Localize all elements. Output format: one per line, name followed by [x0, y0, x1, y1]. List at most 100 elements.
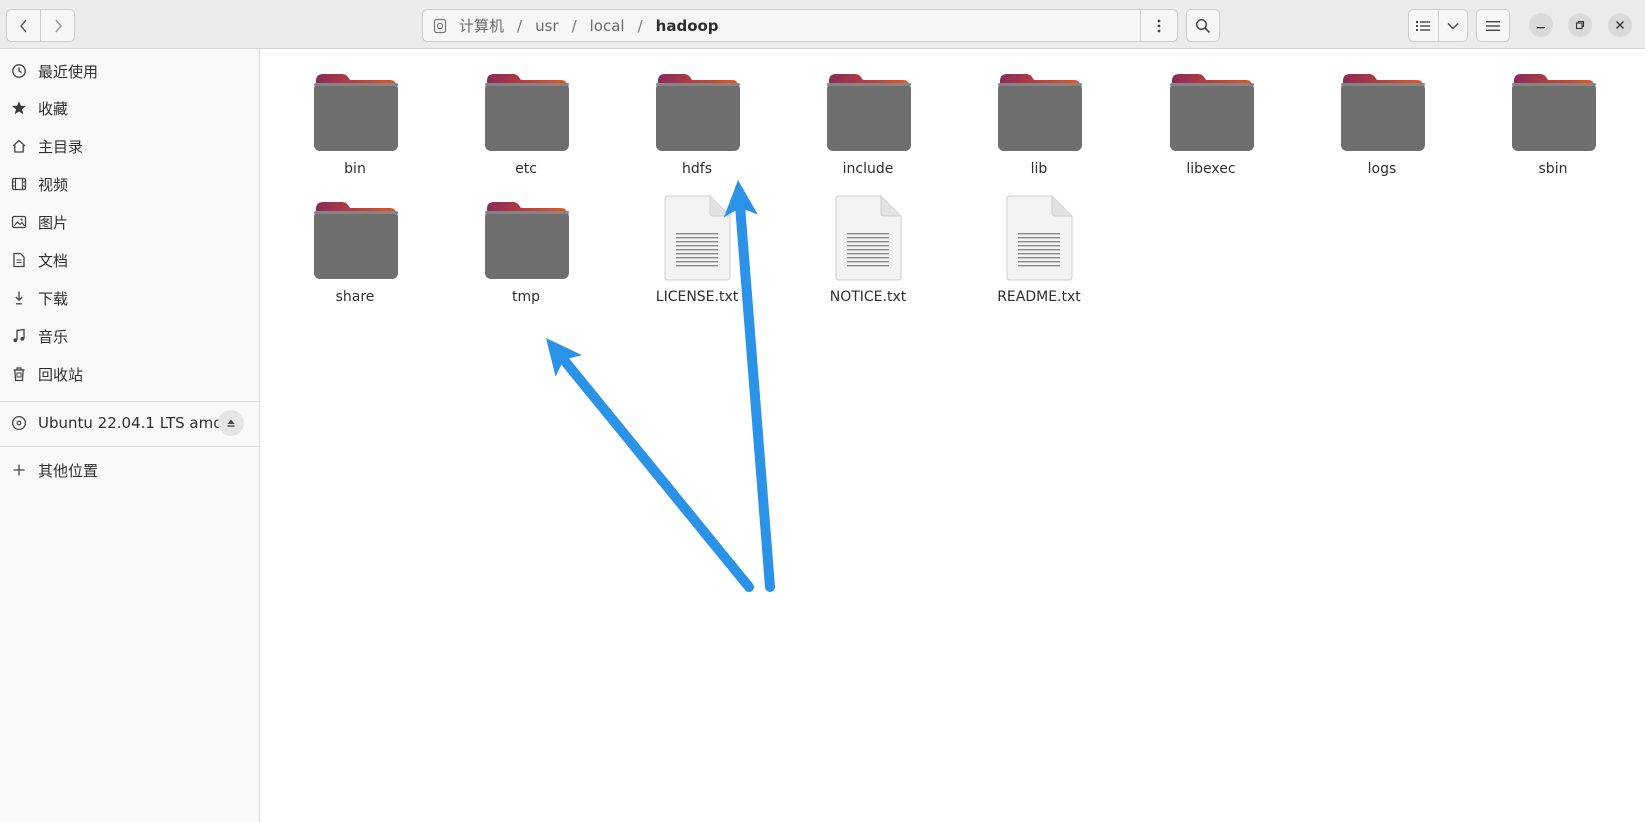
file-name-label: etc	[515, 161, 537, 177]
eject-icon	[227, 419, 235, 427]
folder-icon	[481, 69, 571, 153]
sidebar-item-recent[interactable]: 最近使用	[0, 53, 259, 89]
navigation-buttons	[6, 9, 75, 42]
path-crumb-computer[interactable]: 计算机	[423, 10, 508, 41]
hamburger-icon	[1486, 20, 1500, 31]
text-file-icon	[823, 195, 913, 281]
back-button[interactable]	[7, 10, 40, 41]
folder-item[interactable]: logs	[1317, 69, 1447, 189]
view-options-group	[1408, 9, 1468, 42]
file-name-label: sbin	[1538, 161, 1568, 177]
document-icon	[0, 252, 38, 268]
path-crumb-usr[interactable]: usr	[531, 10, 563, 41]
sidebar-item-pictures[interactable]: 图片	[0, 204, 259, 240]
sidebar-item-other-locations[interactable]: 其他位置	[0, 452, 259, 488]
sidebar-separator	[0, 401, 259, 402]
main-menu-button[interactable]	[1476, 9, 1510, 42]
file-name-label: libexec	[1186, 161, 1236, 177]
sidebar-item-label: 回收站	[38, 365, 84, 384]
eject-button[interactable]	[218, 410, 244, 436]
file-item[interactable]: NOTICE.txt	[803, 195, 933, 317]
sidebar-item-label: 下载	[38, 289, 69, 308]
folder-item[interactable]: include	[803, 69, 933, 189]
sidebar-item-label: 最近使用	[38, 62, 99, 81]
download-icon	[0, 290, 38, 306]
folder-icon	[481, 197, 571, 281]
sidebar-item-label: 图片	[38, 213, 69, 232]
forward-button[interactable]	[40, 10, 74, 41]
music-icon	[0, 328, 38, 344]
folder-icon	[994, 69, 1084, 153]
view-dropdown-button[interactable]	[1437, 10, 1468, 41]
folder-icon	[652, 69, 742, 153]
search-icon	[1195, 18, 1211, 33]
home-icon	[0, 138, 38, 154]
folder-item[interactable]: hdfs	[632, 69, 762, 189]
search-button[interactable]	[1186, 9, 1220, 42]
file-name-label: bin	[344, 161, 366, 177]
sidebar-item-label: 其他位置	[38, 461, 99, 480]
file-view: bin etc hdfs include lib libexec logs sbin share…	[261, 49, 1645, 822]
chevron-right-icon	[54, 19, 62, 32]
list-view-button[interactable]	[1409, 10, 1438, 41]
path-bar: 计算机 / usr / local / hadoop	[422, 9, 1178, 42]
plus-icon	[0, 463, 38, 477]
path-crumb-label: usr	[535, 16, 559, 35]
star-icon	[0, 100, 38, 116]
folder-icon	[1166, 69, 1256, 153]
folder-item[interactable]: share	[290, 197, 420, 317]
sidebar-item-label: 音乐	[38, 327, 69, 346]
file-name-label: include	[842, 161, 894, 177]
close-button[interactable]	[1608, 13, 1632, 37]
path-crumb-local[interactable]: local	[586, 10, 629, 41]
sidebar-item-documents[interactable]: 文档	[0, 242, 259, 278]
folder-item[interactable]: tmp	[461, 197, 591, 317]
folder-item[interactable]: etc	[461, 69, 591, 189]
disc-icon	[0, 415, 38, 431]
sidebar-item-home[interactable]: 主目录	[0, 128, 259, 164]
file-name-label: hdfs	[682, 161, 712, 177]
folder-item[interactable]: libexec	[1146, 69, 1276, 189]
folder-icon	[310, 197, 400, 281]
maximize-button[interactable]	[1568, 13, 1592, 37]
sidebar-item-downloads[interactable]: 下载	[0, 280, 259, 316]
file-name-label: tmp	[511, 289, 540, 305]
folder-item[interactable]: bin	[290, 69, 420, 189]
file-name-label: README.txt	[997, 289, 1081, 305]
file-name-label: LICENSE.txt	[655, 289, 739, 305]
folder-icon	[1337, 69, 1427, 153]
drive-icon	[433, 18, 447, 33]
image-icon	[0, 214, 38, 230]
path-menu-button[interactable]	[1140, 9, 1177, 42]
file-item[interactable]: LICENSE.txt	[632, 195, 762, 317]
path-crumb-label: 计算机	[459, 17, 505, 35]
sidebar-item-music[interactable]: 音乐	[0, 318, 259, 354]
list-view-icon	[1416, 20, 1431, 31]
sidebar-item-label: 文档	[38, 251, 69, 270]
file-name-label: logs	[1367, 161, 1397, 177]
close-icon	[1616, 21, 1624, 29]
video-icon	[0, 176, 38, 192]
sidebar-item-device[interactable]: Ubuntu 22.04.1 LTS amd64	[0, 404, 259, 442]
chevron-down-icon	[1447, 22, 1459, 29]
minimize-button[interactable]	[1529, 13, 1553, 37]
path-separator: /	[637, 16, 643, 35]
chevron-left-icon	[19, 19, 27, 32]
sidebar-separator	[0, 446, 259, 447]
header-bar: 计算机 / usr / local / hadoop	[0, 0, 1645, 49]
sidebar-item-trash[interactable]: 回收站	[0, 356, 259, 392]
sidebar-item-videos[interactable]: 视频	[0, 166, 259, 202]
clock-icon	[0, 63, 38, 79]
sidebar-item-starred[interactable]: 收藏	[0, 90, 259, 126]
file-item[interactable]: README.txt	[974, 195, 1104, 317]
sidebar-item-label: 视频	[38, 175, 69, 194]
folder-icon	[1508, 69, 1598, 153]
sidebar: 最近使用 收藏 主目录 视频 图片 文档 下载 音乐 回收站 Ubuntu 22…	[0, 49, 260, 822]
restore-icon	[1575, 20, 1585, 30]
folder-item[interactable]: sbin	[1488, 69, 1618, 189]
text-file-icon	[652, 195, 742, 281]
path-crumb-current[interactable]: hadoop	[652, 10, 723, 41]
file-name-label: share	[335, 289, 375, 305]
folder-item[interactable]: lib	[974, 69, 1104, 189]
minimize-icon	[1537, 27, 1545, 29]
